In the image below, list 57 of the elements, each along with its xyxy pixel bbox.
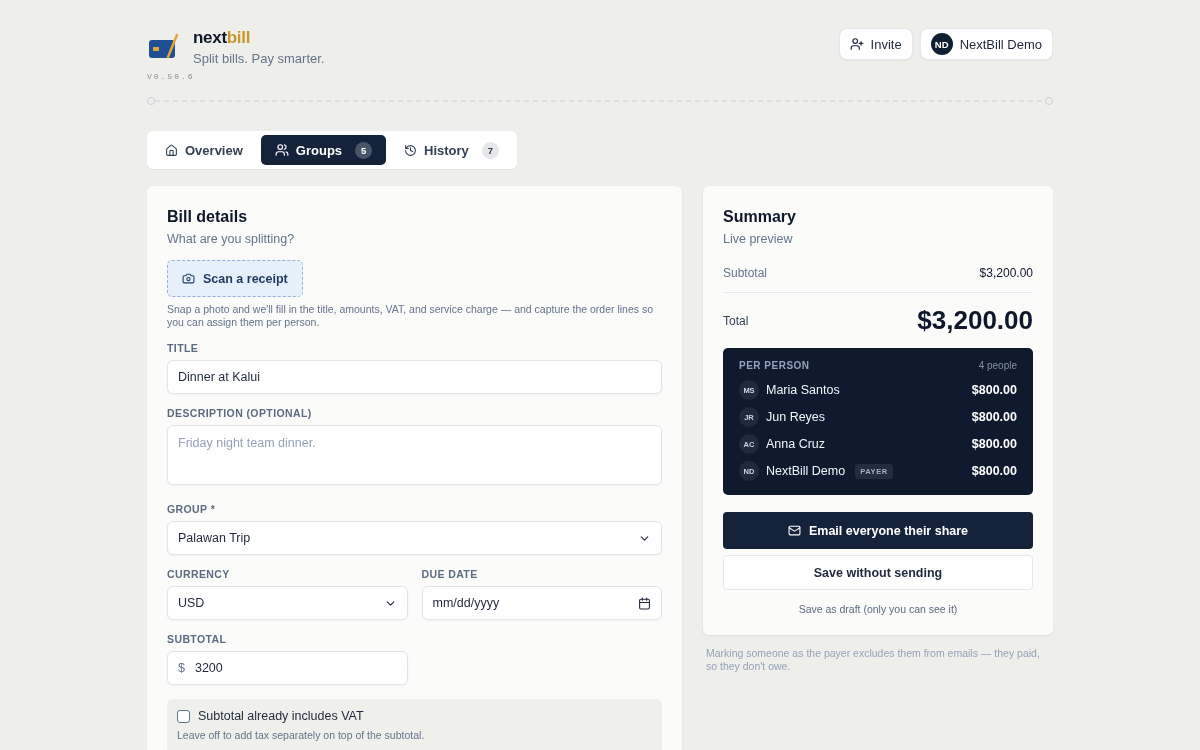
version-label: V0.50.6	[147, 72, 196, 81]
calendar-icon	[638, 596, 651, 610]
currency-select[interactable]: USD	[167, 586, 408, 620]
save-button[interactable]: Save without sending	[723, 555, 1033, 590]
payer-note: Marking someone as the payer excludes them from emails — they paid, so they don't owe.	[706, 647, 1041, 673]
section-label: PER PERSON	[739, 360, 810, 371]
person-name: Anna Cruz	[766, 437, 826, 451]
subtotal-label: Subtotal	[723, 266, 768, 280]
total-value: $3,200.00	[917, 305, 1033, 336]
vat-checkbox[interactable]	[177, 709, 190, 723]
total-label: Total	[723, 313, 749, 328]
person-name: Jun Reyes	[766, 410, 826, 424]
vat-hint: Leave off to add tax separately on top of the subtotal.	[177, 729, 426, 741]
tagline: Split bills. Pay smarter.	[193, 51, 325, 66]
user-avatar: ND	[930, 33, 953, 55]
field-label: DESCRIPTION (OPTIONAL)	[167, 407, 313, 419]
scan-receipt-button[interactable]: Scan a receipt	[167, 260, 303, 297]
brand-name: nextbill	[193, 28, 252, 48]
subtotal-field[interactable]: $ 3200	[167, 651, 408, 685]
nav-tab[interactable]: History 7	[390, 135, 513, 165]
field-label: SUBTOTAL	[167, 633, 228, 645]
card-subtitle: Live preview	[723, 232, 794, 246]
people-count: 4 people	[978, 360, 1017, 371]
scan-hint: Snap a photo and we'll fill in the title, amounts, VAT, and service charge — and capture the order lines so you can assign them per person.	[167, 303, 655, 329]
card-subtitle: What are you splitting?	[167, 232, 296, 246]
email-button[interactable]: Email everyone their share	[723, 512, 1033, 549]
person-amount: $800.00	[971, 464, 1017, 478]
nav-tab[interactable]: Overview	[151, 135, 257, 165]
person-amount: $800.00	[971, 383, 1017, 397]
person-name: Maria Santos	[766, 383, 840, 397]
title-field[interactable]: Dinner at Kalui	[167, 360, 662, 394]
field-label: DUE DATE	[421, 568, 479, 580]
person-amount: $800.00	[971, 437, 1017, 451]
card-title: Summary	[723, 208, 797, 226]
camera-icon	[182, 272, 195, 285]
due-date-field[interactable]: mm/dd/yyyy	[421, 586, 662, 620]
card-title: Bill details	[167, 208, 249, 226]
history-icon	[404, 143, 418, 157]
count-badge: 7	[481, 141, 499, 159]
group-select[interactable]: Palawan Trip	[167, 521, 662, 555]
person-amount: $800.00	[971, 410, 1017, 424]
invite-button[interactable]: Invite	[838, 28, 913, 60]
mail-icon	[787, 524, 801, 537]
person-name: NextBill Demo	[766, 464, 846, 478]
field-label: TITLE	[167, 342, 200, 354]
account-button[interactable]: ND NextBill Demo	[919, 28, 1053, 60]
count-badge: 5	[355, 141, 373, 159]
field-label: CURRENCY	[167, 568, 231, 580]
card-logo-icon	[147, 33, 179, 61]
draft-link[interactable]: Save as draft (only you can see it)	[723, 603, 1033, 615]
home-icon	[165, 143, 178, 157]
users-icon	[274, 143, 289, 157]
subtotal-value: $3,200.00	[979, 266, 1033, 280]
field-label: GROUP *	[167, 503, 217, 515]
checkbox-label: Subtotal already includes VAT	[198, 709, 364, 723]
user-plus-icon	[849, 37, 864, 51]
nav-tab[interactable]: Groups 5	[260, 135, 387, 165]
